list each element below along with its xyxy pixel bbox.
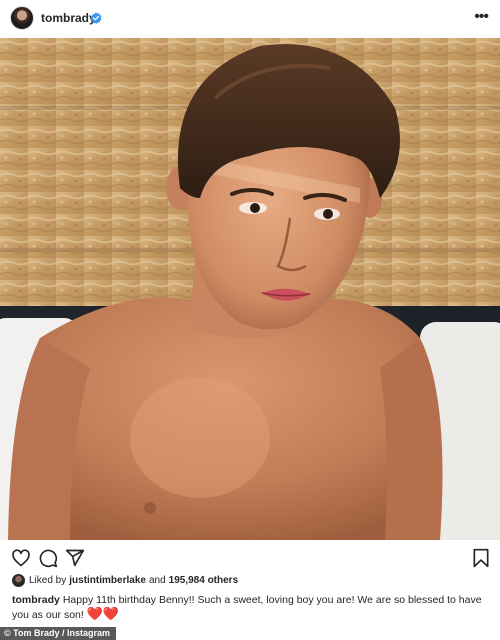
post-header: tombrady ••• — [0, 0, 500, 38]
share-icon[interactable] — [65, 548, 85, 568]
post-caption: tombrady Happy 11th birthday Benny!! Such… — [12, 593, 490, 622]
heart-icon[interactable] — [11, 548, 31, 568]
more-options-icon[interactable]: ••• — [474, 8, 489, 26]
liker-avatar[interactable] — [12, 573, 25, 587]
caption-username[interactable]: tombrady — [12, 594, 60, 606]
photo-credit: © Tom Brady / Instagram — [0, 627, 116, 640]
likes-middle: and — [148, 574, 166, 586]
profile-avatar[interactable] — [10, 6, 34, 30]
likes-count[interactable]: 195,984 others — [169, 575, 239, 586]
likes-prefix: Liked by — [29, 574, 67, 586]
post-actions-bar — [0, 540, 500, 572]
post-photo[interactable] — [0, 38, 500, 540]
liker-username[interactable]: justintimberlake — [69, 575, 146, 586]
likes-summary: Liked by justintimberlake and 195,984 ot… — [12, 572, 241, 588]
caption-text: Happy 11th birthday Benny!! Such a sweet… — [12, 594, 482, 621]
boy-portrait-image — [0, 38, 500, 540]
verified-badge-icon — [90, 11, 102, 24]
heart-emoji: ❤️❤️ — [86, 606, 120, 621]
comment-icon[interactable] — [38, 548, 58, 568]
bookmark-icon[interactable] — [471, 548, 491, 568]
post-username[interactable]: tombrady — [41, 11, 96, 25]
